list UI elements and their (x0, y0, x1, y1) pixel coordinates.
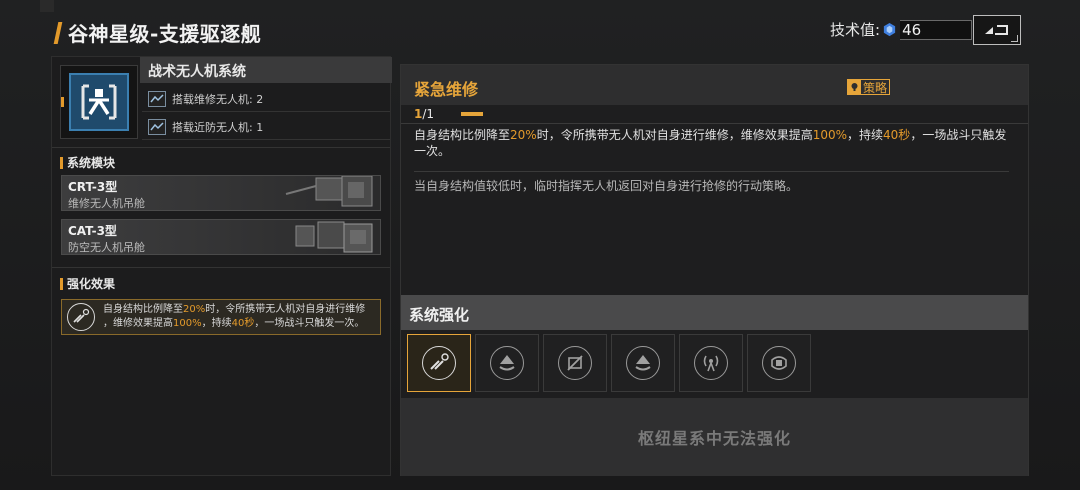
text-part: 时，令所携带无人机对自身进行维修，维修效果提高 (536, 128, 813, 142)
text-part: 自身结构比例降至 (103, 304, 183, 315)
highlight-value: 20% (510, 128, 537, 142)
repair-drone-icon (67, 303, 95, 331)
tech-value-box: 46 (900, 19, 973, 40)
divider (414, 171, 1009, 172)
modules-heading-label: 系统模块 (67, 156, 116, 170)
text-part: ，持续 (847, 128, 884, 142)
level-progress-bar (461, 112, 483, 116)
heading-accent (60, 156, 63, 169)
top-corner-decor (40, 0, 54, 12)
skill-description: 自身结构比例降至20%时，令所携带无人机对自身进行维修，维修效果提高100%，持… (414, 127, 1014, 159)
highlight-value: 40秒 (231, 318, 255, 329)
signal-tower-icon (694, 346, 728, 380)
enhance-slot-4[interactable] (611, 334, 675, 392)
system-icon-frame (60, 65, 138, 139)
module-sub: 防空无人机吊舱 (68, 241, 145, 254)
divider (52, 267, 390, 268)
strategy-tag: 策略 (847, 79, 891, 95)
enhance-heading-label: 强化效果 (67, 277, 116, 291)
return-arrow-icon (985, 25, 1008, 35)
modules-heading: 系统模块 (60, 154, 115, 171)
strategy-icon (848, 80, 861, 94)
system-name: 战术无人机系统 (148, 64, 246, 80)
page-title-wrap: 谷神星级-支援驱逐舰 (53, 18, 262, 47)
cannot-enhance-area: 枢纽星系中无法强化 (401, 398, 1028, 476)
repair-pod-art-icon (285, 176, 373, 207)
drone-row-repair: 搭载维修无人机: 2 (142, 86, 390, 112)
module-cat3[interactable]: CAT-3型 防空无人机吊舱 (61, 219, 381, 255)
tech-label: 技术值: (830, 21, 881, 39)
divider (401, 123, 1028, 124)
enhance-effect-box: 自身结构比例降至20%时，令所携带无人机对自身进行维修 ，维修效果提高100%，… (61, 299, 381, 335)
module-sub: 维修无人机吊舱 (68, 197, 145, 210)
system-enhance-title: 系统强化 (409, 306, 470, 324)
drone-row-defense: 搭载近防无人机: 1 (142, 114, 390, 140)
enhance-slot-5[interactable] (679, 334, 743, 392)
system-accent-mark (61, 97, 64, 107)
tech-value-display: 技术值: 46 (830, 19, 973, 40)
text-part: 自身结构比例降至 (414, 128, 511, 142)
enhance-slot-6[interactable] (747, 334, 811, 392)
drone-bay-icon (148, 90, 166, 107)
enhance-effect-text: 自身结构比例降至20%时，令所携带无人机对自身进行维修 ，维修效果提高100%，… (103, 303, 365, 331)
cannot-enhance-text: 枢纽星系中无法强化 (637, 429, 791, 448)
skill-detail-panel: 紧急维修 策略 1/1 自身结构比例降至20%时，令所携带无人机对自身进行维修，… (400, 64, 1029, 476)
drone-label: 搭载近防无人机: 1 (172, 120, 264, 134)
text-part: 时，令所携带无人机对自身进行维修 (205, 304, 366, 315)
enhance-slots (407, 334, 811, 392)
level-current: 1 (414, 107, 423, 121)
highlight-value: 100% (812, 128, 848, 142)
skill-title-bar (401, 65, 1028, 105)
defense-pod-art-icon (295, 221, 373, 253)
module-crt3[interactable]: CRT-3型 维修无人机吊舱 (61, 175, 381, 211)
enhance-slot-3[interactable] (543, 334, 607, 392)
level-max: /1 (422, 107, 435, 121)
highlight-value: 100% (173, 318, 202, 329)
module-name: CAT-3型 (68, 224, 117, 238)
strategy-label: 策略 (863, 80, 888, 95)
skill-title: 紧急维修 (414, 80, 479, 99)
back-button[interactable] (973, 15, 1021, 45)
text-part: ，一场战斗只触发一次。 (254, 318, 365, 329)
divider (52, 147, 390, 148)
text-part: ，维修效果提高 (103, 318, 173, 329)
drone-bay-icon (148, 118, 166, 135)
tech-value: 46 (902, 20, 922, 39)
shield-drone-icon (762, 346, 796, 380)
system-info-panel: 战术无人机系统 搭载维修无人机: 2 搭载近防无人机: 1 系统模块 CRT-3… (51, 56, 392, 476)
system-enhance-bar (401, 295, 1028, 330)
drone-label: 搭载维修无人机: 2 (172, 92, 264, 106)
enhance-slot-1[interactable] (407, 334, 471, 392)
enhance-slot-2[interactable] (475, 334, 539, 392)
module-name: CRT-3型 (68, 180, 118, 194)
text-part: ，持续 (201, 318, 232, 329)
heading-accent (60, 277, 63, 290)
skill-flavor-text: 当自身结构值较低时，临时指挥无人机返回对自身进行抢修的行动策略。 (414, 179, 799, 193)
highlight-value: 20% (183, 304, 206, 315)
repair-drone-icon (422, 346, 456, 380)
enhance-heading: 强化效果 (60, 275, 115, 292)
drone-disabled-icon (558, 346, 592, 380)
page-title: 谷神星级-支援驱逐舰 (68, 22, 262, 46)
upgrade-chevron-icon (626, 346, 660, 380)
upgrade-chevron-icon (490, 346, 524, 380)
tech-crystal-icon (883, 22, 896, 37)
tactical-drone-system-icon (69, 73, 129, 131)
skill-level: 1/1 (414, 107, 434, 121)
highlight-value: 40秒 (883, 128, 911, 142)
